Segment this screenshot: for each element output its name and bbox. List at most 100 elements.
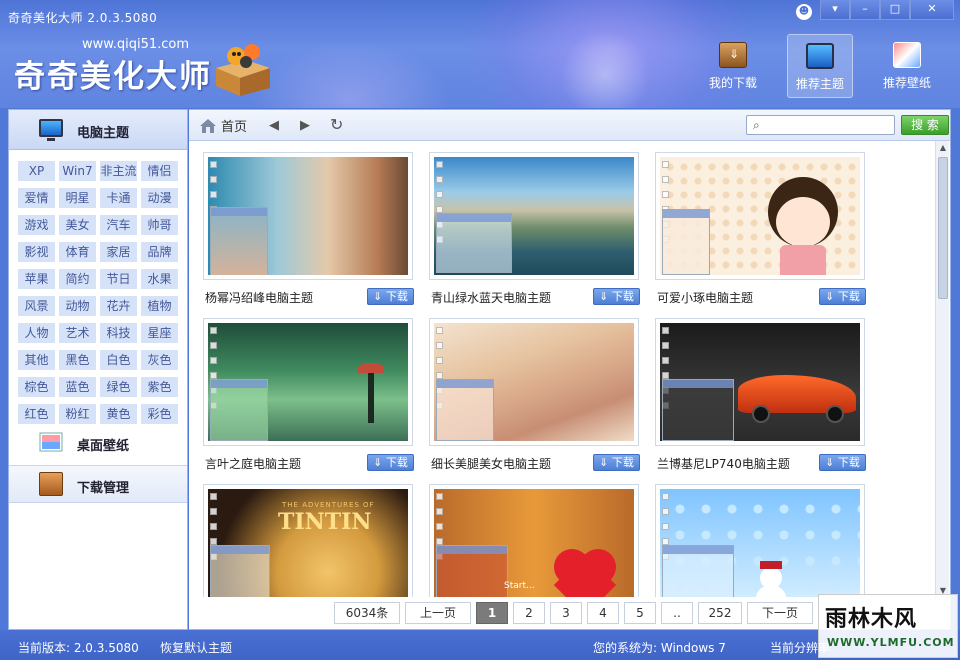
theme-tag[interactable]: 汽车 [100,215,137,235]
home-link[interactable]: 首页 [199,116,247,135]
maximize-button[interactable]: □ [880,0,910,20]
forward-arrow-icon[interactable]: ▶ [300,118,310,133]
theme-tag[interactable]: 体育 [59,242,96,262]
sidebar-item-computer-theme[interactable]: 电脑主题 [9,110,187,150]
vertical-scrollbar[interactable]: ▲ ▼ [935,141,949,598]
close-button[interactable]: ✕ [910,0,954,20]
theme-tag[interactable]: 艺术 [59,323,96,343]
theme-tag[interactable]: XP [18,161,55,181]
theme-tag[interactable]: 美女 [59,215,96,235]
theme-thumbnail[interactable]: Start... [429,484,639,597]
theme-tag[interactable]: 风景 [18,296,55,316]
theme-tag[interactable]: 简约 [59,269,96,289]
refresh-icon[interactable]: ↻ [330,115,343,134]
theme-card[interactable] [655,484,867,597]
sidebar-item-download-manager[interactable]: 下载管理 [9,465,187,503]
theme-tag[interactable]: 动物 [59,296,96,316]
theme-tag[interactable]: 卡通 [100,188,137,208]
wallpaper-icon [39,432,63,452]
theme-tag[interactable]: 影视 [18,242,55,262]
nav-label: 推荐主题 [795,77,844,91]
theme-tag[interactable]: 彩色 [141,404,178,424]
page-button[interactable]: 252 [698,602,742,624]
menu-button[interactable]: ▾ [820,0,850,20]
nav-recommended-themes[interactable]: 推荐主题 [787,34,853,98]
skin-icon[interactable]: ☻ [796,4,812,20]
theme-tag[interactable]: 帅哥 [141,215,178,235]
theme-tag[interactable]: 水果 [141,269,178,289]
monitor-icon [806,43,834,69]
next-page-button[interactable]: 下一页 [747,602,813,624]
page-button[interactable]: 1 [476,602,508,624]
theme-tag[interactable]: 红色 [18,404,55,424]
theme-tag[interactable]: 明星 [59,188,96,208]
status-bar: 当前版本: 2.0.3.5080 恢复默认主题 您的系统为: Windows 7… [0,630,960,660]
theme-tag[interactable]: 棕色 [18,377,55,397]
theme-tag[interactable]: Win7 [59,161,96,181]
minimize-button[interactable]: – [850,0,880,20]
search-button[interactable]: 搜 索 [901,115,949,135]
download-button[interactable]: ⇓ 下载 [593,454,640,471]
theme-tag[interactable]: 蓝色 [59,377,96,397]
prev-page-button[interactable]: 上一页 [405,602,471,624]
theme-tag[interactable]: 黑色 [59,350,96,370]
download-button[interactable]: ⇓ 下载 [819,454,866,471]
theme-tag[interactable]: 白色 [100,350,137,370]
theme-tag[interactable]: 植物 [141,296,178,316]
theme-tag[interactable]: 紫色 [141,377,178,397]
theme-card[interactable]: Start... [429,484,641,597]
theme-card[interactable]: 可爱小琢电脑主题 ⇓ 下载 [655,152,867,305]
theme-tag[interactable]: 绿色 [100,377,137,397]
search-input[interactable] [767,117,891,133]
theme-card[interactable]: 细长美腿美女电脑主题 ⇓ 下载 [429,318,641,471]
theme-thumbnail[interactable]: THE ADVENTURES OF TINTIN [203,484,413,597]
scroll-up-icon[interactable]: ▲ [936,141,950,155]
theme-thumbnail[interactable] [429,152,639,280]
theme-thumbnail[interactable] [429,318,639,446]
page-button[interactable]: 2 [513,602,545,624]
theme-tag[interactable]: 情侣 [141,161,178,181]
download-icon: ⇓ [373,290,383,303]
scrollbar-thumb[interactable] [938,157,948,299]
theme-card[interactable]: 言叶之庭电脑主题 ⇓ 下载 [203,318,415,471]
page-button[interactable]: 4 [587,602,619,624]
theme-thumbnail[interactable] [655,484,865,597]
theme-thumbnail[interactable] [203,152,413,280]
theme-tag[interactable]: 苹果 [18,269,55,289]
restore-default-link[interactable]: 恢复默认主题 [160,639,232,656]
theme-tag[interactable]: 黄色 [100,404,137,424]
theme-tag[interactable]: 游戏 [18,215,55,235]
theme-thumbnail[interactable] [655,152,865,280]
theme-tag[interactable]: 其他 [18,350,55,370]
theme-name: 言叶之庭电脑主题 [205,457,302,471]
theme-tag[interactable]: 节日 [100,269,137,289]
theme-tag[interactable]: 动漫 [141,188,178,208]
theme-thumbnail[interactable] [655,318,865,446]
theme-tag[interactable]: 家居 [100,242,137,262]
nav-recommended-wallpapers[interactable]: 推荐壁纸 [874,34,940,98]
page-button[interactable]: 3 [550,602,582,624]
theme-card[interactable]: THE ADVENTURES OF TINTIN [203,484,415,597]
page-button[interactable]: 5 [624,602,656,624]
theme-tag[interactable]: 科技 [100,323,137,343]
theme-name: 细长美腿美女电脑主题 [431,457,552,471]
theme-tag[interactable]: 灰色 [141,350,178,370]
theme-card[interactable]: 青山绿水蓝天电脑主题 ⇓ 下载 [429,152,641,305]
theme-tag[interactable]: 品牌 [141,242,178,262]
sidebar-item-wallpaper[interactable]: 桌面壁纸 [9,424,187,462]
theme-thumbnail[interactable] [203,318,413,446]
theme-tag[interactable]: 人物 [18,323,55,343]
theme-tag[interactable]: 爱情 [18,188,55,208]
theme-tag[interactable]: 非主流 [100,161,137,181]
theme-tag[interactable]: 星座 [141,323,178,343]
theme-tag[interactable]: 粉红 [59,404,96,424]
download-button[interactable]: ⇓ 下载 [593,288,640,305]
download-button[interactable]: ⇓ 下载 [819,288,866,305]
theme-card[interactable]: 杨幂冯绍峰电脑主题 ⇓ 下载 [203,152,415,305]
theme-card[interactable]: 兰博基尼LP740电脑主题 ⇓ 下载 [655,318,867,471]
download-button[interactable]: ⇓ 下载 [367,288,414,305]
theme-tag[interactable]: 花卉 [100,296,137,316]
back-arrow-icon[interactable]: ◀ [269,118,279,133]
download-button[interactable]: ⇓ 下载 [367,454,414,471]
nav-my-downloads[interactable]: ⇓ 我的下载 [700,34,766,98]
